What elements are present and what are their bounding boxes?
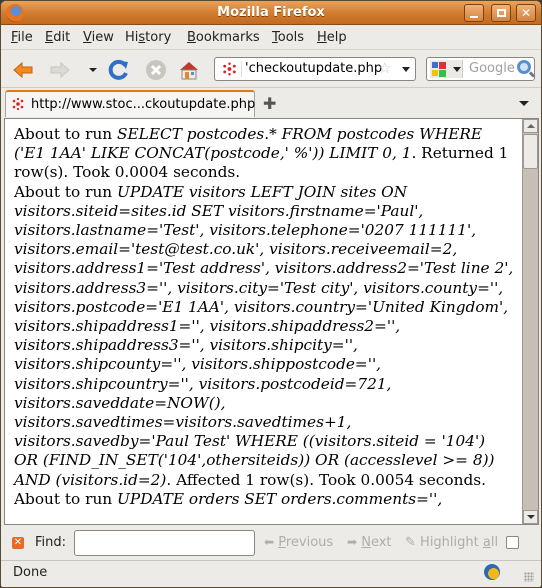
find-input[interactable] xyxy=(74,530,255,556)
resize-grip-icon[interactable] xyxy=(524,572,534,582)
minimize-button[interactable] xyxy=(464,4,484,22)
log-text: About to run xyxy=(14,182,118,201)
maximize-icon xyxy=(497,9,506,17)
find-next-button[interactable]: ➡ Next xyxy=(347,535,392,550)
find-label: Find: xyxy=(35,535,67,550)
next-label: Next xyxy=(361,535,392,550)
close-find-bar-icon[interactable]: ✕ xyxy=(12,537,24,549)
page-content: About to run SELECT postcodes.* FROM pos… xyxy=(4,118,539,525)
status-bar: Done xyxy=(1,562,541,587)
addon-status-icon[interactable] xyxy=(484,564,500,580)
menu-bookmarks[interactable]: Bookmarks xyxy=(187,30,260,45)
search-magnifier-icon[interactable] xyxy=(517,60,531,74)
highlight-all-button[interactable]: ✎ Highlight all xyxy=(405,535,498,550)
back-icon[interactable] xyxy=(11,58,35,82)
new-tab-icon[interactable]: ✚ xyxy=(263,94,276,113)
home-icon[interactable] xyxy=(177,58,201,82)
title-bar[interactable]: Mozilla Firefox ✕ xyxy=(1,1,541,25)
scrollbar-thumb[interactable] xyxy=(523,134,538,169)
menu-tools[interactable]: Tools xyxy=(272,30,304,45)
previous-arrow-icon: ⬅ xyxy=(264,535,275,549)
log-text: . Affected 1 row(s). Took 0.0054 seconds… xyxy=(166,470,486,489)
match-case-checkbox[interactable] xyxy=(506,536,519,549)
history-dropdown-icon[interactable] xyxy=(81,58,105,82)
sql-query: UPDATE orders SET orders.comments='', xyxy=(117,489,443,508)
tab-label: http://www.stoc...ckoutupdate.php xyxy=(31,97,256,112)
highlighter-icon: ✎ xyxy=(405,535,416,550)
url-input[interactable]: 'checkoutupdate.php xyxy=(245,61,382,76)
site-favicon-icon xyxy=(223,61,242,77)
tab-strip: http://www.stoc...ckoutupdate.php ✚ xyxy=(1,89,541,117)
scroll-up-arrow-icon[interactable] xyxy=(523,119,538,133)
log-entry: About to run UPDATE visitors LEFT JOIN s… xyxy=(14,183,514,490)
query-log: About to run SELECT postcodes.* FROM pos… xyxy=(14,125,514,509)
minimize-icon xyxy=(470,16,478,18)
bookmark-star-icon[interactable]: ☆ xyxy=(378,59,391,77)
log-entry: About to run SELECT postcodes.* FROM pos… xyxy=(14,125,514,183)
tab-favicon-icon xyxy=(12,97,24,111)
next-arrow-icon: ➡ xyxy=(347,535,358,549)
accesskey: E xyxy=(45,30,54,45)
search-input[interactable]: Google xyxy=(469,61,515,76)
find-previous-button[interactable]: ⬅ Previous xyxy=(264,535,333,550)
menu-file[interactable]: File xyxy=(11,30,33,45)
vertical-scrollbar[interactable] xyxy=(522,119,538,524)
accesskey: V xyxy=(83,30,92,45)
log-text: About to run xyxy=(14,489,118,508)
menu-bar: File Edit View History Bookmarks Tools H… xyxy=(1,26,541,50)
accesskey: T xyxy=(272,30,278,45)
reload-icon[interactable] xyxy=(107,58,131,82)
search-engine-selector[interactable] xyxy=(430,60,463,78)
previous-label: Previous xyxy=(278,535,334,550)
accesskey: B xyxy=(187,30,196,45)
url-bar[interactable]: 'checkoutupdate.php ☆ xyxy=(214,57,416,81)
accesskey: F xyxy=(11,30,18,45)
menu-edit[interactable]: Edit xyxy=(45,30,70,45)
tab-list-dropdown-icon[interactable] xyxy=(519,101,529,106)
maximize-button[interactable] xyxy=(491,4,511,22)
menu-view[interactable]: View xyxy=(83,30,114,45)
google-logo-icon xyxy=(432,62,446,77)
accesskey: s xyxy=(138,30,146,45)
sql-query: UPDATE visitors LEFT JOIN sites ON visit… xyxy=(14,182,514,489)
window-title: Mozilla Firefox xyxy=(217,5,325,20)
tab-active[interactable]: http://www.stoc...ckoutupdate.php xyxy=(5,90,255,117)
menu-history[interactable]: History xyxy=(125,30,171,45)
engine-dropdown-icon xyxy=(453,67,461,72)
highlight-all-label: Highlight all xyxy=(420,535,499,550)
close-window-button[interactable]: ✕ xyxy=(516,4,536,22)
status-text: Done xyxy=(13,565,48,580)
close-icon: ✕ xyxy=(520,6,532,20)
stop-icon[interactable] xyxy=(144,58,168,82)
log-text: About to run xyxy=(14,125,118,143)
log-entry: About to run UPDATE orders SET orders.co… xyxy=(14,490,514,509)
url-dropdown-icon[interactable] xyxy=(402,67,410,72)
scroll-down-arrow-icon[interactable] xyxy=(523,510,538,524)
accesskey: H xyxy=(317,30,327,45)
browser-window: Mozilla Firefox ✕ File Edit View History… xyxy=(0,0,542,588)
find-bar: ✕ Find: ⬅ Previous ➡ Next ✎ Highlight al… xyxy=(1,526,541,561)
navigation-toolbar: 'checkoutupdate.php ☆ Google xyxy=(1,51,541,88)
menu-help[interactable]: Help xyxy=(317,30,347,45)
forward-icon[interactable] xyxy=(48,58,72,82)
search-bar[interactable]: Google xyxy=(426,57,535,81)
